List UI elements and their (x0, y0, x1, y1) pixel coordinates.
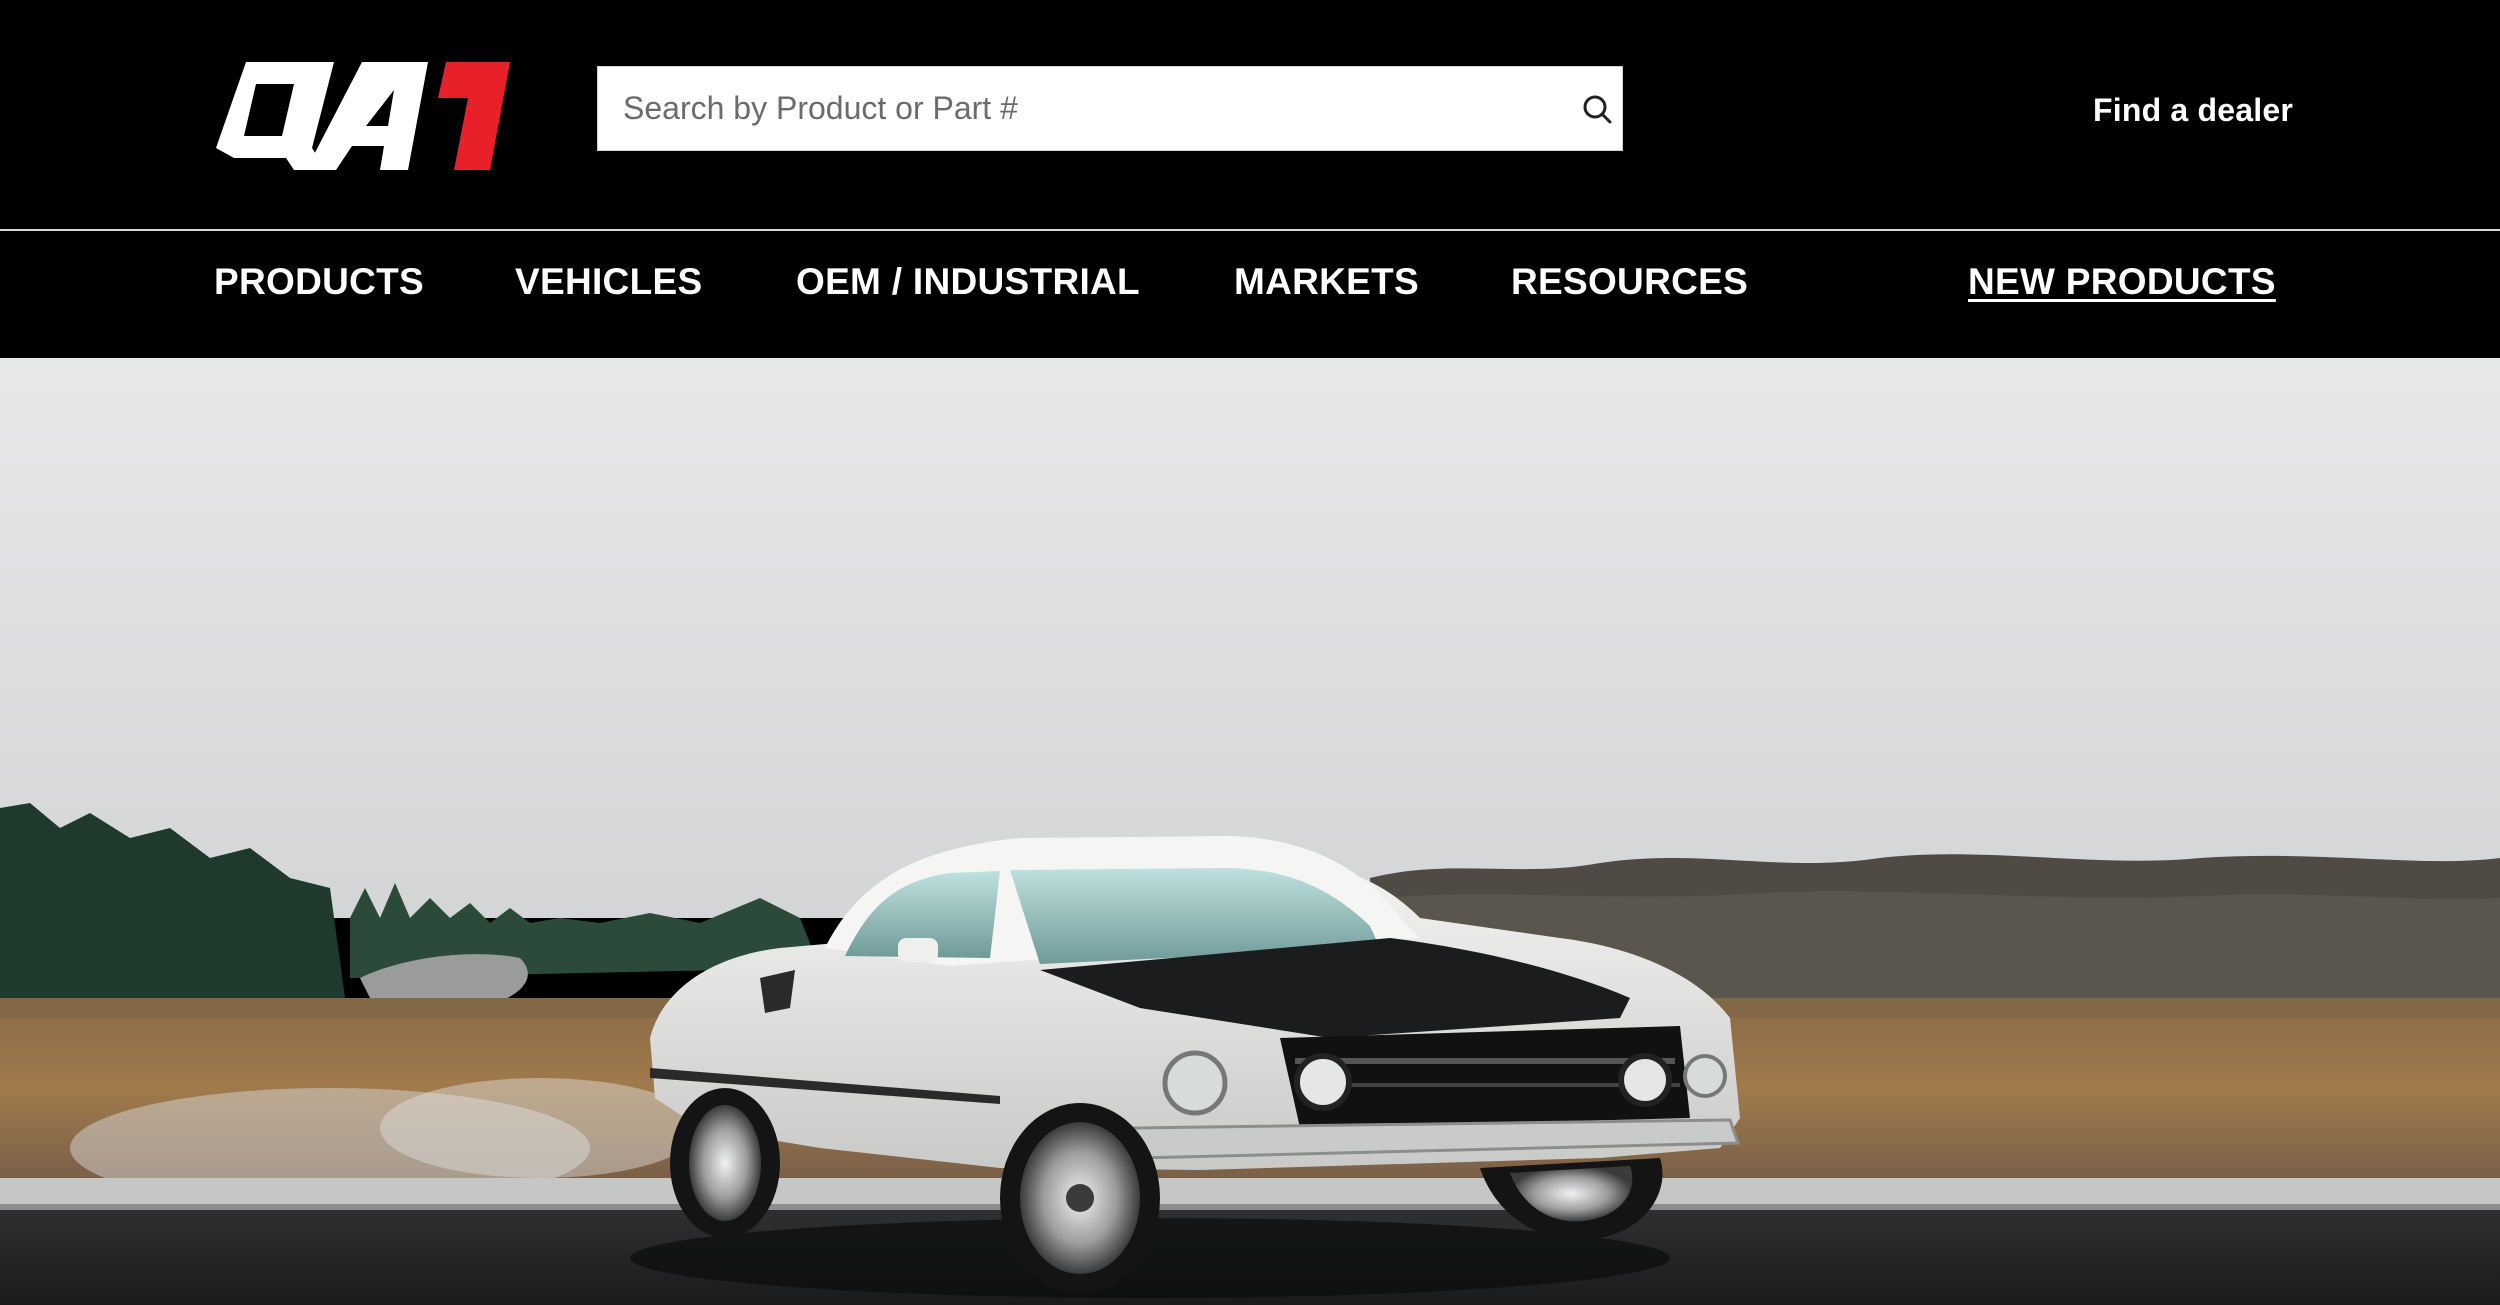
search-box (597, 66, 1623, 151)
nav-resources[interactable]: RESOURCES (1511, 261, 1748, 303)
nav-products[interactable]: PRODUCTS (214, 261, 424, 303)
search-button[interactable] (1575, 87, 1619, 131)
site-header: Find a dealer (0, 0, 2500, 229)
hero-banner[interactable] (0, 358, 2500, 1305)
hero-image (0, 358, 2500, 1305)
search-input[interactable] (598, 67, 1548, 150)
front-left-wheel (1000, 1103, 1160, 1293)
search-icon (1583, 95, 1612, 124)
qa1-logo[interactable] (216, 62, 510, 174)
main-nav: PRODUCTS VEHICLES OEM / INDUSTRIAL MARKE… (0, 231, 2500, 358)
nav-vehicles[interactable]: VEHICLES (515, 261, 702, 303)
rear-wheel (670, 1088, 780, 1238)
find-dealer-link[interactable]: Find a dealer (2093, 92, 2293, 129)
nav-markets[interactable]: MARKETS (1234, 261, 1419, 303)
nav-new-products[interactable]: NEW PRODUCTS (1968, 261, 2276, 303)
nav-oem-industrial[interactable]: OEM / INDUSTRIAL (796, 261, 1140, 303)
